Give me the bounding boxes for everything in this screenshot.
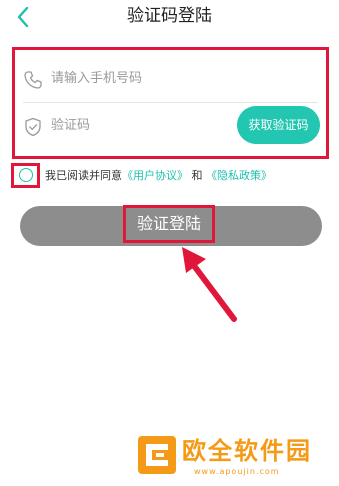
phone-input[interactable]: 请输入手机号码 bbox=[51, 70, 142, 88]
top-bar: 验证码登陆 bbox=[0, 0, 339, 36]
watermark-url: www.apoujin.com bbox=[194, 467, 280, 476]
phone-icon bbox=[24, 71, 42, 89]
watermark: 欧全软件园 www.apoujin.com bbox=[138, 428, 339, 486]
red-arrow-icon bbox=[182, 247, 237, 322]
phone-field[interactable]: 请输入手机号码 bbox=[15, 56, 326, 104]
watermark-logo-icon bbox=[138, 436, 176, 474]
login-button-label: 验证登陆 bbox=[123, 205, 215, 243]
page-title: 验证码登陆 bbox=[127, 6, 212, 26]
shield-check-icon bbox=[25, 117, 41, 137]
agreement-checkbox-highlight bbox=[11, 163, 40, 188]
user-agreement-link[interactable]: 《用户协议》 bbox=[122, 169, 188, 182]
get-code-button[interactable]: 获取验证码 bbox=[237, 106, 320, 144]
agreement-conjunction: 和 bbox=[191, 169, 203, 182]
code-field[interactable]: 验证码 获取验证码 bbox=[15, 103, 326, 151]
agreement-text: 我已阅读并同意《用户协议》 和 《隐私政策》 bbox=[45, 168, 272, 184]
agreement-checkbox[interactable] bbox=[19, 168, 33, 182]
agreement-prefix: 我已阅读并同意 bbox=[45, 169, 122, 182]
login-form: 请输入手机号码 验证码 获取验证码 bbox=[12, 47, 329, 159]
privacy-policy-link[interactable]: 《隐私政策》 bbox=[206, 169, 272, 182]
watermark-text: 欧全软件园 bbox=[182, 437, 312, 465]
code-input[interactable]: 验证码 bbox=[51, 117, 90, 135]
